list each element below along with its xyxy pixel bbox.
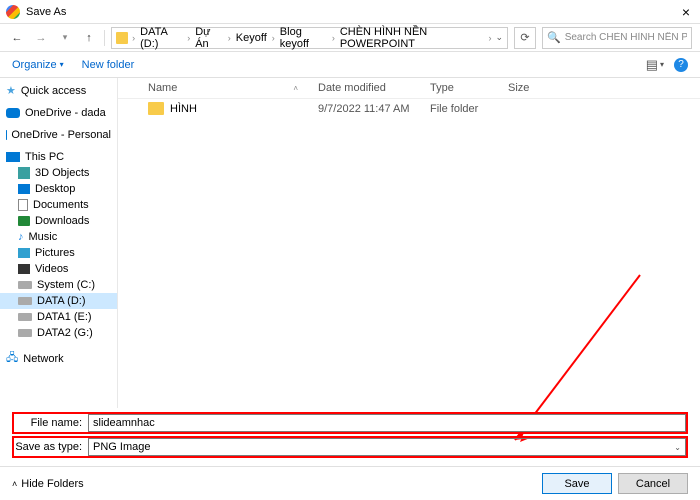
column-date[interactable]: Date modified: [318, 82, 430, 94]
sort-indicator-icon: ˄: [293, 84, 298, 93]
sidebar-item-desktop[interactable]: Desktop: [0, 181, 117, 197]
chevron-right-icon[interactable]: ›: [272, 33, 275, 43]
save-type-combobox[interactable]: PNG Image ⌄: [88, 438, 686, 456]
sidebar-item-quick-access[interactable]: ★Quick access: [0, 82, 117, 99]
sidebar: ★Quick access OneDrive - dada OneDrive -…: [0, 78, 118, 408]
close-icon[interactable]: ×: [678, 4, 694, 20]
chevron-right-icon[interactable]: ›: [332, 33, 335, 43]
chevron-down-icon[interactable]: ⌄: [495, 32, 503, 43]
sidebar-item-drive-e[interactable]: DATA1 (E:): [0, 309, 117, 325]
chevron-up-icon: ˄: [12, 479, 17, 489]
app-icon: [6, 5, 20, 19]
save-type-row: Save as type: PNG Image ⌄: [12, 436, 688, 458]
sidebar-item-onedrive[interactable]: OneDrive - dada: [0, 105, 117, 121]
folder-icon: [148, 102, 164, 115]
save-type-label: Save as type:: [14, 441, 88, 453]
download-icon: [18, 216, 30, 226]
new-folder-button[interactable]: New folder: [82, 59, 135, 71]
back-icon[interactable]: ←: [8, 29, 26, 47]
sidebar-item-drive-g[interactable]: DATA2 (G:): [0, 325, 117, 341]
breadcrumb-item[interactable]: DATA (D:): [137, 26, 185, 50]
chevron-right-icon[interactable]: ›: [187, 33, 190, 43]
video-icon: [18, 264, 30, 274]
hide-folders-button[interactable]: ˄ Hide Folders: [12, 478, 84, 490]
divider: [104, 30, 105, 46]
3d-icon: [18, 167, 30, 179]
cloud-icon: [6, 108, 20, 118]
column-headers: Name˄ Date modified Type Size: [118, 78, 700, 99]
breadcrumb[interactable]: › DATA (D:) › Dự Án › Keyoff › Blog keyo…: [111, 27, 508, 49]
sidebar-item-this-pc[interactable]: This PC: [0, 149, 117, 165]
drive-icon: [18, 329, 32, 337]
sidebar-item-music[interactable]: ♪Music: [0, 229, 117, 245]
column-size[interactable]: Size: [508, 82, 568, 94]
sidebar-item-onedrive-personal[interactable]: OneDrive - Personal: [0, 127, 117, 143]
folder-icon: [116, 32, 128, 44]
sidebar-item-drive-c[interactable]: System (C:): [0, 277, 117, 293]
view-options-button[interactable]: ▤▾: [646, 57, 664, 73]
network-icon: 🖧: [6, 349, 18, 368]
chevron-down-icon: ▾: [60, 60, 64, 69]
filename-label: File name:: [14, 417, 88, 429]
column-type[interactable]: Type: [430, 82, 508, 94]
drive-icon: [18, 297, 32, 305]
sidebar-item-documents[interactable]: Documents: [0, 197, 117, 213]
breadcrumb-item[interactable]: Dự Án: [192, 26, 226, 50]
breadcrumb-item[interactable]: Blog keyoff: [277, 26, 330, 50]
up-icon[interactable]: ↑: [80, 29, 98, 47]
sidebar-item-3d-objects[interactable]: 3D Objects: [0, 165, 117, 181]
chevron-down-icon: ⌄: [674, 443, 681, 452]
music-icon: ♪: [18, 231, 24, 243]
search-icon: 🔍: [547, 31, 561, 44]
organize-button[interactable]: Organize ▾: [12, 59, 64, 71]
recent-chevron-icon[interactable]: ▾: [56, 29, 74, 47]
filename-input[interactable]: [88, 414, 686, 432]
sidebar-item-pictures[interactable]: Pictures: [0, 245, 117, 261]
chevron-right-icon[interactable]: ›: [488, 33, 491, 43]
breadcrumb-item[interactable]: Keyoff: [233, 32, 270, 44]
document-icon: [18, 199, 28, 211]
sidebar-item-network[interactable]: 🖧Network: [0, 347, 117, 370]
chevron-right-icon[interactable]: ›: [228, 33, 231, 43]
file-list: Name˄ Date modified Type Size HÌNH 9/7/2…: [118, 78, 700, 408]
window-title: Save As: [26, 6, 678, 18]
column-name[interactable]: Name˄: [148, 82, 318, 94]
star-icon: ★: [6, 84, 16, 97]
search-placeholder: Search CHÈN HÌNH NỀN PO...: [565, 32, 687, 43]
sidebar-item-downloads[interactable]: Downloads: [0, 213, 117, 229]
drive-icon: [18, 313, 32, 321]
sidebar-item-videos[interactable]: Videos: [0, 261, 117, 277]
chevron-right-icon[interactable]: ›: [132, 33, 135, 43]
save-button[interactable]: Save: [542, 473, 612, 494]
pc-icon: [6, 152, 20, 162]
forward-icon: →: [32, 29, 50, 47]
sidebar-item-drive-d[interactable]: DATA (D:): [0, 293, 117, 309]
picture-icon: [18, 248, 30, 258]
search-input[interactable]: 🔍 Search CHÈN HÌNH NỀN PO...: [542, 27, 692, 49]
cancel-button[interactable]: Cancel: [618, 473, 688, 494]
refresh-icon[interactable]: ⟳: [514, 27, 536, 49]
breadcrumb-item[interactable]: CHÈN HÌNH NỀN POWERPOINT: [337, 26, 487, 50]
filename-row: File name:: [12, 412, 688, 434]
list-item[interactable]: HÌNH 9/7/2022 11:47 AM File folder: [118, 99, 700, 118]
drive-icon: [18, 281, 32, 289]
help-icon[interactable]: ?: [674, 58, 688, 72]
desktop-icon: [18, 184, 30, 194]
